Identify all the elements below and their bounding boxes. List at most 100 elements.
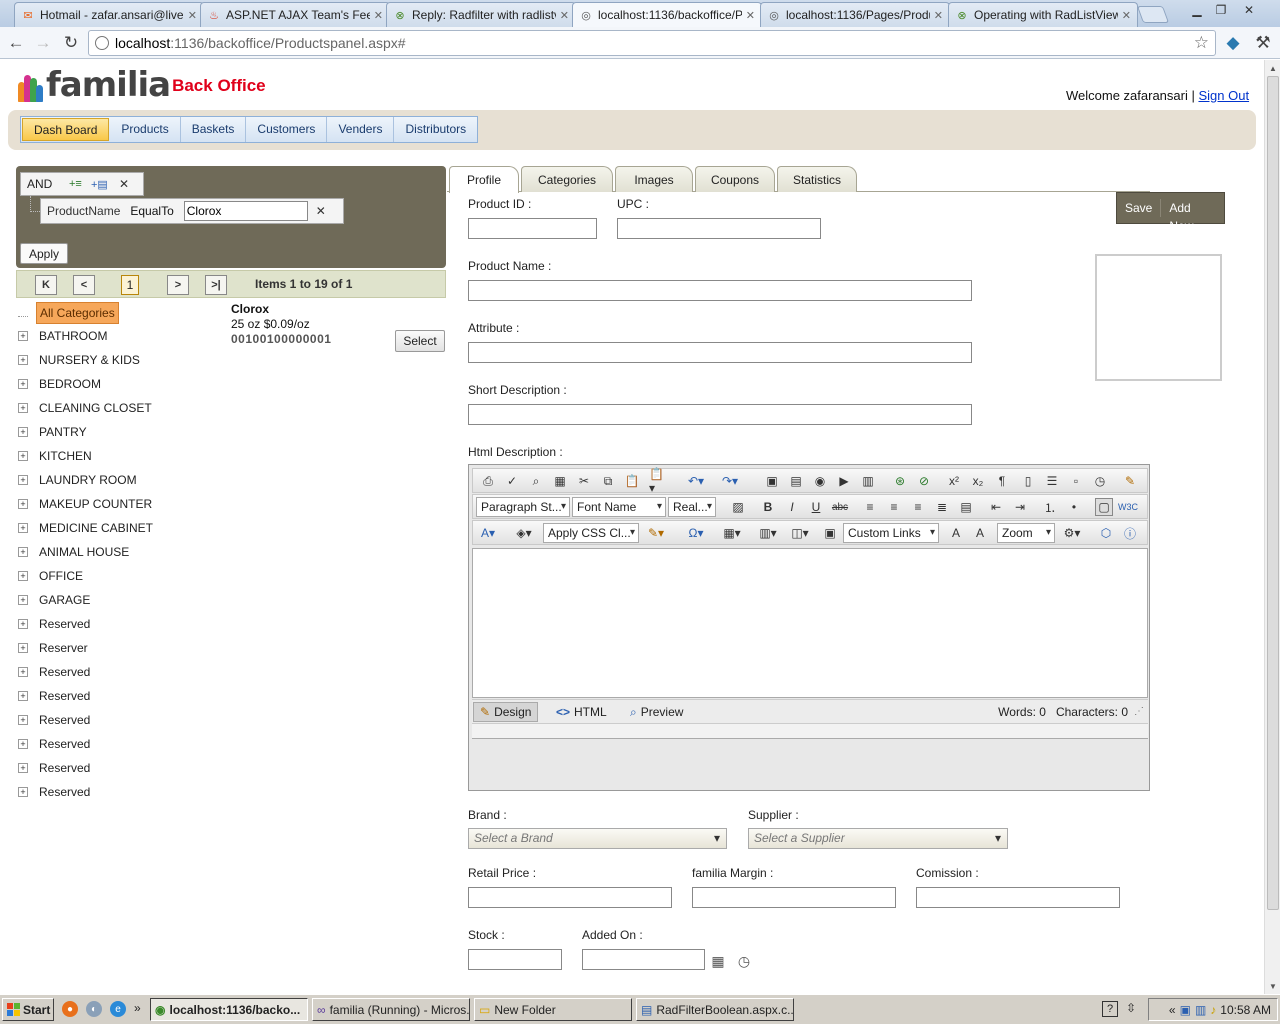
filter-operator[interactable]: EqualTo	[130, 204, 173, 218]
tree-item[interactable]: + Reserved	[16, 756, 90, 780]
tree-item[interactable]: + MEDICINE CABINET	[16, 516, 153, 540]
superscript-icon[interactable]: x²	[945, 472, 963, 490]
taskbar-item-folder[interactable]: ▭ New Folder	[474, 998, 632, 1021]
insert-time-icon[interactable]: ◷	[1091, 472, 1109, 490]
paragraph-style-dropdown[interactable]: Paragraph St...	[476, 497, 570, 517]
select-product-button[interactable]: Select	[395, 330, 445, 352]
show-hidden-icon[interactable]: «	[1169, 1003, 1176, 1017]
expand-icon[interactable]: +	[18, 331, 28, 341]
close-window-icon[interactable]: ✕	[1236, 0, 1262, 20]
stock-input[interactable]	[468, 949, 562, 970]
tree-item[interactable]: + CLEANING CLOSET	[16, 396, 152, 420]
back-icon[interactable]: ←	[5, 32, 27, 54]
page-scrollbar[interactable]: ▲ ▼	[1264, 60, 1280, 994]
expand-icon[interactable]: +	[18, 667, 28, 677]
taskbar-item-file[interactable]: ▤ RadFilterBoolean.aspx.c...	[636, 998, 794, 1021]
expand-icon[interactable]: +	[18, 739, 28, 749]
browser-tab-hotmail[interactable]: ✉ Hotmail - zafar.ansari@live.c ✕	[14, 2, 204, 27]
menu-baskets[interactable]: Baskets	[181, 117, 247, 142]
forward-icon[interactable]: →	[32, 32, 54, 54]
justify-icon[interactable]: ≣	[933, 498, 951, 516]
browser-tab-feed[interactable]: ♨ ASP.NET AJAX Team's Feed - ✕	[200, 2, 390, 27]
start-button[interactable]: Start	[2, 998, 54, 1021]
bold-icon[interactable]: B	[759, 498, 777, 516]
tab-statistics[interactable]: Statistics	[777, 166, 857, 192]
clock-icon[interactable]: ◷	[735, 952, 753, 970]
expand-icon[interactable]: +	[18, 523, 28, 533]
format-icon[interactable]: ▨	[729, 498, 747, 516]
close-icon[interactable]: ✕	[934, 9, 943, 22]
margin-input[interactable]	[692, 887, 896, 908]
expand-icon[interactable]: +	[18, 403, 28, 413]
tree-item[interactable]: + Reserved	[16, 612, 90, 636]
expand-icon[interactable]: +	[18, 451, 28, 461]
scroll-thumb[interactable]	[1267, 76, 1279, 910]
tab-coupons[interactable]: Coupons	[695, 166, 775, 192]
tree-item[interactable]: + LAUNDRY ROOM	[16, 468, 137, 492]
expand-icon[interactable]: +	[18, 355, 28, 365]
tree-item[interactable]: + BATHROOM	[16, 324, 107, 348]
select-all-icon[interactable]: ▦	[551, 472, 569, 490]
monitor-icon[interactable]: ▥	[1195, 1003, 1206, 1017]
template-manager-icon[interactable]: ▥	[859, 472, 877, 490]
hyperlink-icon[interactable]: ⊛	[891, 472, 909, 490]
spellcheck-icon[interactable]: ✓	[503, 472, 521, 490]
scroll-down-icon[interactable]: ▼	[1265, 978, 1280, 994]
xhtml-validator-icon[interactable]: W3C	[1118, 498, 1138, 516]
menu-dashboard[interactable]: Dash Board	[22, 118, 110, 141]
taskbar-item-visual-studio[interactable]: ∞ familia (Running) - Micros...	[312, 998, 470, 1021]
quicklaunch-more-icon[interactable]: »	[134, 1001, 141, 1015]
align-left-icon[interactable]: ≡	[861, 498, 879, 516]
expand-icon[interactable]: +	[18, 691, 28, 701]
expand-icon[interactable]: +	[18, 499, 28, 509]
font-size-dropdown[interactable]: Real...	[668, 497, 716, 517]
short-description-input[interactable]	[468, 404, 972, 425]
tree-item[interactable]: + OFFICE	[16, 564, 83, 588]
first-page-icon[interactable]: K	[35, 275, 57, 295]
insert-date-icon[interactable]: ▫	[1067, 472, 1085, 490]
expand-icon[interactable]: +	[18, 787, 28, 797]
added-on-input[interactable]	[582, 949, 705, 970]
editor-content-area[interactable]	[472, 548, 1148, 698]
current-page[interactable]: 1	[121, 275, 139, 295]
filter-value-input[interactable]	[183, 201, 308, 221]
bullet-list-icon[interactable]: •	[1065, 498, 1083, 516]
tree-item[interactable]: + NURSERY & KIDS	[16, 348, 140, 372]
familia-logo[interactable]: familia Back Office	[18, 68, 266, 102]
fore-color-icon[interactable]: A▾	[479, 524, 497, 542]
insert-snippet-icon[interactable]: ◫▾	[791, 524, 809, 542]
attribute-input[interactable]	[468, 342, 972, 363]
convert-lower-icon[interactable]: A	[947, 524, 965, 542]
remove-expression-icon[interactable]: ✕	[316, 204, 326, 218]
filter-apply-button[interactable]: Apply	[20, 243, 68, 264]
sign-out-link[interactable]: Sign Out	[1198, 88, 1249, 103]
indent-icon[interactable]: ⇥	[1011, 498, 1029, 516]
preview-mode-button[interactable]: ⌕ Preview	[624, 702, 689, 722]
save-button[interactable]: Save	[1117, 199, 1162, 217]
filter-group-operator[interactable]: AND	[27, 177, 63, 191]
close-icon[interactable]: ✕	[560, 9, 569, 22]
browser-tab-backoffice[interactable]: ◎ localhost:1136/backoffice/Pr ✕	[572, 2, 762, 27]
help-tray-icon[interactable]: ?	[1102, 1001, 1118, 1017]
tree-item[interactable]: + BEDROOM	[16, 372, 101, 396]
print-icon[interactable]: ⎙	[479, 472, 497, 490]
browser-tab-reply[interactable]: ⊗ Reply: Radfilter with radlistvi ✕	[386, 2, 576, 27]
close-icon[interactable]: ✕	[1122, 9, 1131, 22]
undo-icon[interactable]: ↶▾	[687, 472, 705, 490]
italic-icon[interactable]: I	[783, 498, 801, 516]
tree-item[interactable]: + PANTRY	[16, 420, 87, 444]
close-icon[interactable]: ✕	[374, 9, 383, 22]
tab-categories[interactable]: Categories	[521, 166, 613, 192]
module-manager-icon[interactable]: ⚙▾	[1063, 524, 1081, 542]
expand-icon[interactable]: +	[18, 595, 28, 605]
expand-icon[interactable]: +	[18, 643, 28, 653]
browser-tab-radlistview[interactable]: ⊗ Operating with RadListView F ✕	[948, 2, 1138, 27]
media-manager-icon[interactable]: ▶	[835, 472, 853, 490]
taskbar-item-browser[interactable]: ◉ localhost:1136/backo...	[150, 998, 308, 1021]
resize-grip-icon[interactable]: ⋰	[1134, 706, 1144, 717]
add-expression-icon[interactable]: +≡	[69, 178, 85, 190]
close-icon[interactable]: ✕	[188, 9, 197, 22]
expand-icon[interactable]: +	[18, 427, 28, 437]
network-icon[interactable]: ▣	[1180, 1003, 1191, 1017]
toggle-table-border-icon[interactable]: ▢	[1095, 498, 1113, 516]
